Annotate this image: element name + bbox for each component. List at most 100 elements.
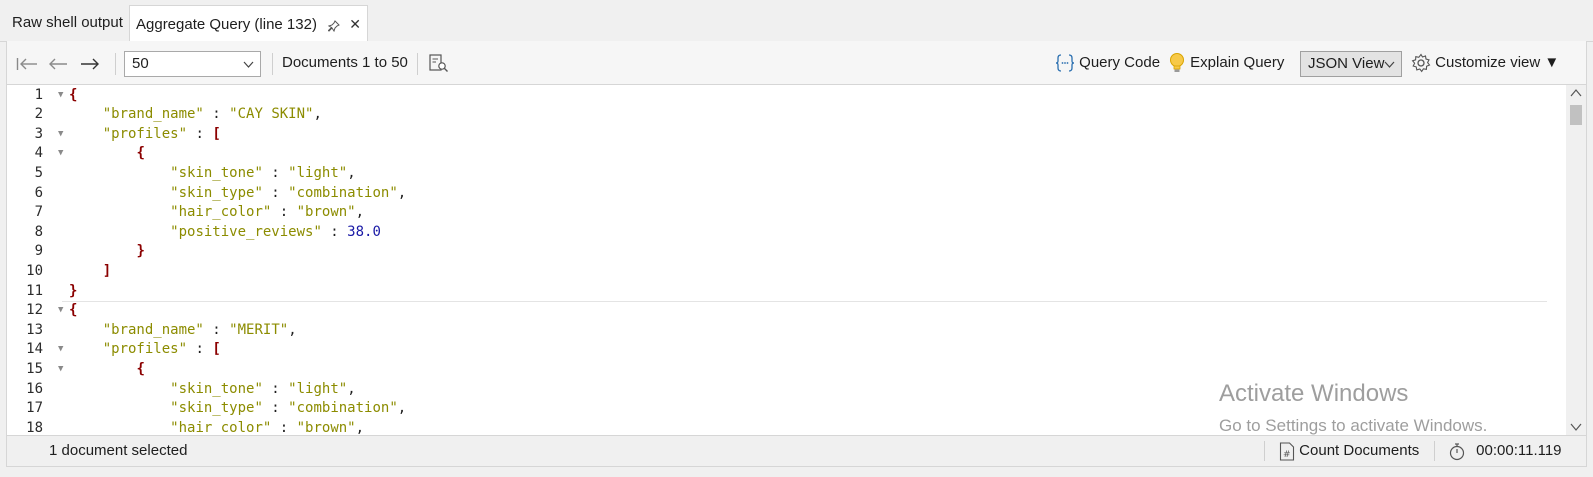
code-text: } xyxy=(69,282,77,302)
line-number: 7 xyxy=(34,204,43,221)
code-line[interactable]: 15 ▼ { xyxy=(7,360,1547,380)
code-line[interactable]: 13 "brand_name" : "MERIT", xyxy=(7,321,1547,341)
stopwatch-icon xyxy=(1448,442,1470,460)
code-line[interactable]: 5 "skin_tone" : "light", xyxy=(7,164,1547,184)
code-token: : xyxy=(262,380,289,397)
find-in-results-icon[interactable] xyxy=(428,41,450,85)
fold-toggle-icon[interactable]: ▼ xyxy=(58,125,63,145)
customize-view-button[interactable]: Customize view ▼ xyxy=(1411,41,1559,85)
code-token: : xyxy=(262,164,289,181)
selection-status: 1 document selected xyxy=(49,442,188,459)
code-text: { xyxy=(69,86,77,106)
code-line[interactable]: 10] xyxy=(7,262,1547,282)
document-divider xyxy=(62,301,1547,302)
results-toolbar: 50 Documents 1 to 50 Query Code Explain … xyxy=(6,41,1587,85)
line-number: 10 xyxy=(26,262,43,279)
chevron-down-icon xyxy=(1384,52,1395,76)
code-token: , xyxy=(397,400,407,417)
code-token: "brand_name" xyxy=(102,106,204,123)
code-token: "skin_tone" xyxy=(170,164,263,181)
close-icon[interactable]: ✕ xyxy=(349,6,361,42)
code-token: } xyxy=(136,243,145,260)
first-page-icon[interactable] xyxy=(16,41,38,85)
code-token: "light" xyxy=(288,380,348,397)
tab-aggregate-query[interactable]: Aggregate Query (line 132) ✕ xyxy=(129,5,369,43)
code-token: , xyxy=(355,419,365,435)
fold-toggle-icon[interactable]: ▼ xyxy=(58,360,63,380)
code-line[interactable]: 2 "brand_name" : "CAY SKIN", xyxy=(7,105,1547,125)
customize-view-label: Customize view xyxy=(1435,54,1541,71)
code-token: "profiles" xyxy=(102,341,188,358)
code-line[interactable]: 8 "positive_reviews" : 38.0 xyxy=(7,223,1547,243)
code-text: "hair_color" : "brown", xyxy=(170,419,364,435)
code-token: , xyxy=(288,321,297,338)
code-token: "light" xyxy=(288,164,348,181)
vertical-scrollbar[interactable] xyxy=(1566,85,1586,435)
view-mode-select[interactable]: JSON View xyxy=(1300,51,1402,77)
code-token: : xyxy=(262,400,289,417)
code-line[interactable]: 7 "hair_color" : "brown", xyxy=(7,203,1547,223)
code-token: "positive_reviews" xyxy=(170,223,322,240)
line-number: 18 xyxy=(26,419,43,435)
tab-bar: Raw shell output Aggregate Query (line 1… xyxy=(0,0,1593,42)
count-documents-button[interactable]: # Count Documents xyxy=(1279,436,1419,466)
code-token: "CAY SKIN" xyxy=(229,106,314,123)
code-line[interactable]: 1 ▼ { xyxy=(7,86,1547,106)
code-text: "hair_color" : "brown", xyxy=(170,203,364,223)
code-line[interactable]: 11} xyxy=(7,282,1547,302)
scroll-up-icon[interactable] xyxy=(1570,87,1582,99)
code-line[interactable]: 6 "skin_type" : "combination", xyxy=(7,184,1547,204)
tab-raw-label: Raw shell output xyxy=(12,14,123,31)
scrollbar-thumb[interactable] xyxy=(1570,105,1582,125)
line-number: 6 xyxy=(34,184,43,201)
code-token: "brown" xyxy=(296,204,356,221)
previous-page-icon[interactable] xyxy=(48,41,68,85)
tab-raw-shell-output[interactable]: Raw shell output xyxy=(12,5,123,41)
elapsed-time: 00:00:11.119 xyxy=(1448,436,1562,466)
view-mode-value: JSON View xyxy=(1308,55,1385,72)
pin-icon[interactable] xyxy=(328,7,340,43)
line-number: 3 xyxy=(34,125,43,142)
fold-toggle-icon[interactable]: ▼ xyxy=(58,340,63,360)
watermark-title: Activate Windows xyxy=(1219,380,1409,407)
code-text: } xyxy=(136,242,144,262)
code-token: "skin_type" xyxy=(170,184,263,201)
code-token: : xyxy=(187,341,213,358)
caret-down-icon: ▼ xyxy=(1544,54,1560,71)
code-token: : xyxy=(187,125,213,142)
fold-toggle-icon[interactable]: ▼ xyxy=(58,144,63,164)
code-token: , xyxy=(355,204,365,221)
code-text: { xyxy=(136,144,144,164)
page-size-select[interactable]: 50 xyxy=(124,51,261,77)
code-token: "combination" xyxy=(288,184,398,201)
code-token: : xyxy=(203,106,230,123)
code-token: , xyxy=(313,106,322,123)
toolbar-separator xyxy=(417,53,418,75)
code-line[interactable]: 14 ▼ "profiles" : [ xyxy=(7,340,1547,360)
code-token: : xyxy=(321,223,348,240)
query-code-button[interactable]: Query Code xyxy=(1055,41,1160,85)
code-line[interactable]: 12 ▼ { xyxy=(7,301,1547,321)
code-token: { xyxy=(69,302,78,319)
line-number: 13 xyxy=(26,321,43,338)
code-line[interactable]: 4 ▼ { xyxy=(7,144,1547,164)
line-number: 9 xyxy=(34,243,43,260)
code-token: ] xyxy=(102,262,112,279)
code-line[interactable]: 3 ▼ "profiles" : [ xyxy=(7,125,1547,145)
scroll-down-icon[interactable] xyxy=(1570,421,1582,433)
code-line[interactable]: 9} xyxy=(7,242,1547,262)
code-token: : xyxy=(203,321,230,338)
code-token: : xyxy=(262,184,289,201)
explain-query-button[interactable]: Explain Query xyxy=(1168,41,1284,85)
fold-toggle-icon[interactable]: ▼ xyxy=(58,301,63,321)
next-page-icon[interactable] xyxy=(80,41,100,85)
code-token: , xyxy=(347,164,356,181)
code-text: "profiles" : [ xyxy=(103,125,221,145)
fold-toggle-icon[interactable]: ▼ xyxy=(58,86,63,106)
line-number: 4 xyxy=(34,145,43,162)
query-code-label: Query Code xyxy=(1079,54,1161,71)
line-number: 12 xyxy=(26,302,43,319)
documents-range-label: Documents 1 to 50 xyxy=(282,54,408,71)
line-number: 16 xyxy=(26,380,43,397)
code-token: 38.0 xyxy=(347,223,381,240)
